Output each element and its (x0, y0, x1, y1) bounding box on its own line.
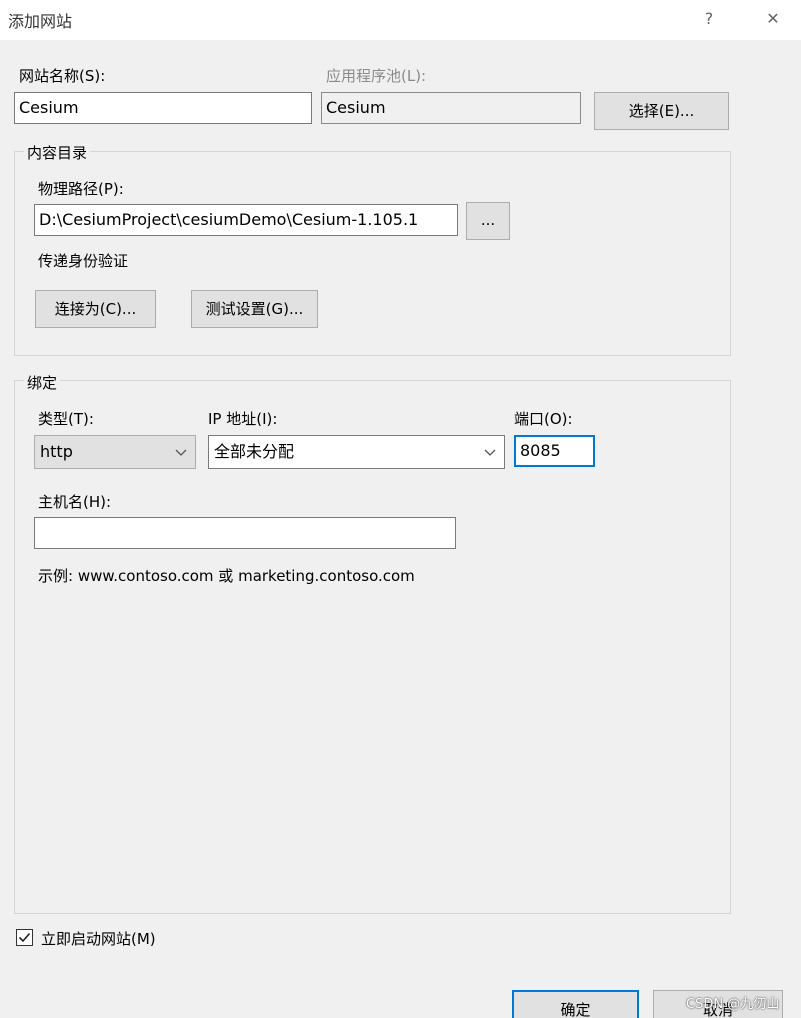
type-select-value: http (40, 442, 73, 461)
hostname-example: 示例: www.contoso.com 或 marketing.contoso.… (38, 567, 415, 585)
chevron-down-icon (484, 449, 496, 456)
csdn-watermark: CSDN @九仞山 (686, 997, 780, 1012)
ip-address-select-value: 全部未分配 (214, 442, 295, 461)
type-select[interactable]: http (34, 435, 196, 469)
help-button[interactable]: ? (696, 6, 722, 32)
type-label: 类型(T): (38, 410, 94, 428)
binding-title: 绑定 (24, 372, 61, 393)
checkmark-icon (18, 932, 31, 943)
title-bar (0, 0, 801, 40)
ok-button[interactable]: 确定 (512, 990, 639, 1018)
site-name-label: 网站名称(S): (19, 67, 106, 85)
window-title: 添加网站 (8, 12, 73, 31)
app-pool-field: Cesium (321, 92, 581, 124)
port-input[interactable]: 8085 (514, 435, 595, 467)
content-directory-title: 内容目录 (24, 142, 91, 163)
physical-path-label: 物理路径(P): (38, 180, 124, 198)
start-site-checkbox[interactable] (16, 929, 33, 946)
test-settings-button[interactable]: 测试设置(G)... (191, 290, 318, 328)
connect-as-button[interactable]: 连接为(C)... (35, 290, 156, 328)
ip-address-select[interactable]: 全部未分配 (208, 435, 505, 469)
site-name-input[interactable]: Cesium (14, 92, 312, 124)
browse-button[interactable]: ... (466, 202, 510, 240)
start-site-label[interactable]: 立即启动网站(M) (41, 928, 156, 949)
close-button[interactable]: ✕ (760, 6, 786, 32)
hostname-label: 主机名(H): (38, 493, 112, 511)
passthrough-auth-label: 传递身份验证 (38, 252, 129, 270)
app-pool-label: 应用程序池(L): (326, 67, 427, 85)
chevron-down-icon (175, 449, 187, 456)
hostname-input[interactable] (34, 517, 456, 549)
select-app-pool-button[interactable]: 选择(E)... (594, 92, 729, 130)
port-label: 端口(O): (514, 410, 573, 428)
ip-address-label: IP 地址(I): (208, 410, 278, 428)
physical-path-input[interactable]: D:\CesiumProject\cesiumDemo\Cesium-1.105… (34, 204, 458, 236)
